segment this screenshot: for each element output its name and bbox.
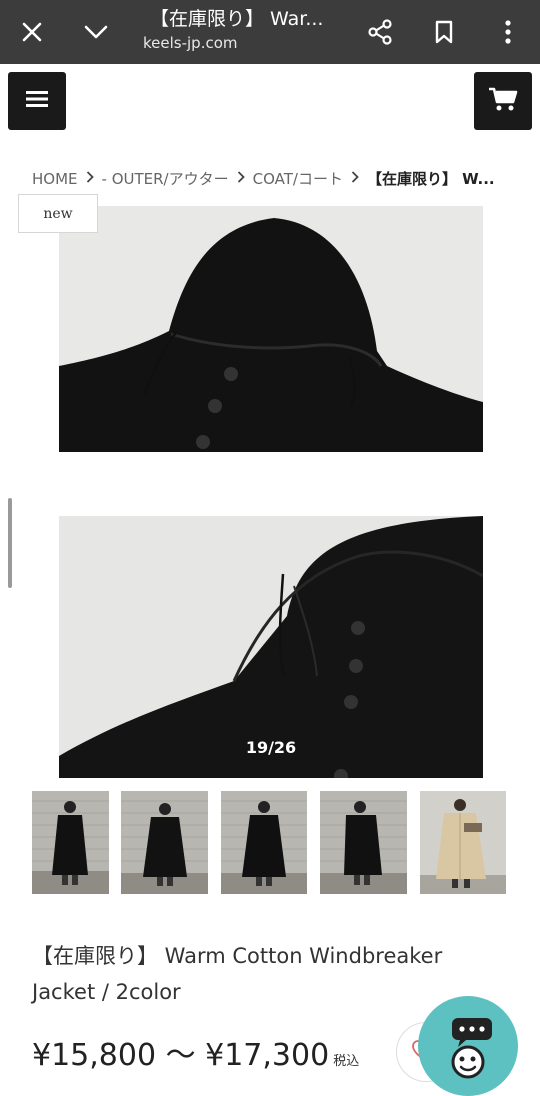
chevron-down-icon[interactable] bbox=[76, 12, 116, 52]
breadcrumb-coat[interactable]: COAT/コート bbox=[253, 168, 343, 189]
breadcrumb: HOME - OUTER/アウター COAT/コート 【在庫限り】 W... bbox=[32, 168, 495, 189]
product-image[interactable] bbox=[59, 206, 483, 452]
chevron-right-icon bbox=[237, 170, 245, 187]
browser-toolbar: 【在庫限り】 War... keels-jp.com bbox=[0, 0, 540, 64]
page-url[interactable]: keels-jp.com bbox=[143, 34, 238, 52]
cart-icon bbox=[488, 86, 518, 116]
breadcrumb-outer[interactable]: - OUTER/アウター bbox=[102, 168, 229, 189]
cart-button[interactable] bbox=[474, 72, 532, 130]
chat-button[interactable] bbox=[418, 996, 518, 1096]
breadcrumb-home[interactable]: HOME bbox=[32, 170, 78, 188]
site-header bbox=[0, 64, 540, 144]
new-badge: new bbox=[18, 194, 98, 233]
product-title: 【在庫限り】 Warm Cotton Windbreaker Jacket / … bbox=[32, 944, 443, 1004]
close-icon[interactable] bbox=[12, 12, 52, 52]
page-title: 【在庫限り】 War... bbox=[150, 8, 324, 30]
thumbnail[interactable] bbox=[121, 791, 208, 894]
hamburger-icon bbox=[25, 90, 49, 112]
thumbnail[interactable] bbox=[320, 791, 407, 894]
thumbnail[interactable] bbox=[32, 791, 109, 894]
bookmark-icon[interactable] bbox=[424, 12, 464, 52]
scrollbar[interactable] bbox=[8, 498, 12, 588]
thumbnail[interactable] bbox=[221, 791, 307, 894]
tax-label: 税込 bbox=[333, 1054, 360, 1069]
chevron-right-icon bbox=[86, 170, 94, 187]
chevron-right-icon bbox=[351, 170, 359, 187]
product-price: ¥15,800 〜 ¥17,300 税込 bbox=[32, 1030, 359, 1074]
price-value: ¥15,800 〜 ¥17,300 bbox=[32, 1038, 330, 1073]
more-vert-icon[interactable] bbox=[488, 12, 528, 52]
thumbnail[interactable] bbox=[420, 791, 506, 894]
share-icon[interactable] bbox=[360, 12, 400, 52]
menu-button[interactable] bbox=[8, 72, 66, 130]
image-counter: 19/26 bbox=[245, 738, 297, 757]
chat-icon bbox=[428, 1004, 508, 1088]
product-image-main[interactable]: 19/26 bbox=[59, 516, 483, 778]
breadcrumb-current: 【在庫限り】 W... bbox=[366, 170, 495, 188]
